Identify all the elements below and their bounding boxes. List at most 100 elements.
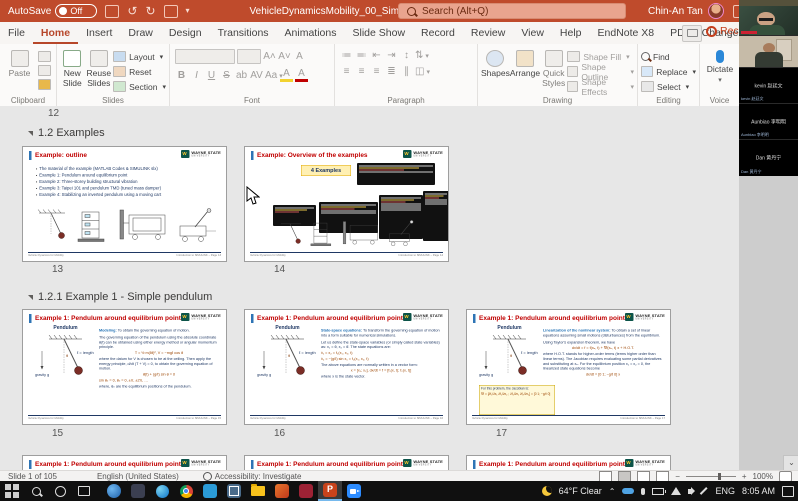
user-name[interactable]: Chin-An Tan	[648, 6, 703, 17]
undo-icon[interactable]: ↺	[127, 6, 137, 16]
reset-button[interactable]: Reset	[113, 65, 166, 78]
tab-review[interactable]: Review	[463, 22, 513, 44]
accessibility-checker[interactable]: Accessibility: Investigate	[203, 472, 302, 481]
section-button[interactable]: Section	[113, 80, 166, 93]
participant-tile-4[interactable]: Aunbiao 李明明 Aunbiao 李明明	[739, 104, 798, 140]
battery-icon[interactable]	[652, 488, 664, 495]
text-direction-icon[interactable]: ⇅	[415, 50, 428, 61]
slide-indicator[interactable]: Slide 1 of 105	[8, 472, 57, 481]
tab-help[interactable]: Help	[552, 22, 590, 44]
avatar[interactable]	[708, 3, 724, 19]
zoom-out-button[interactable]: −	[675, 472, 680, 481]
columns-icon[interactable]: ∥	[400, 66, 413, 77]
increase-font-icon[interactable]: A˄	[263, 51, 276, 62]
zoom-slider-knob[interactable]	[718, 473, 721, 480]
taskbar-acrobat[interactable]	[294, 481, 318, 501]
tab-home[interactable]: Home	[33, 22, 78, 44]
cortana-button[interactable]	[48, 481, 72, 501]
justify-icon[interactable]: ≣	[385, 66, 398, 77]
tab-draw[interactable]: Draw	[120, 22, 161, 44]
tab-transitions[interactable]: Transitions	[210, 22, 277, 44]
tab-view[interactable]: View	[513, 22, 552, 44]
format-painter-icon[interactable]	[38, 79, 51, 90]
dictate-dropdown-icon[interactable]: ▾	[718, 77, 722, 85]
slide-thumbnail-17[interactable]: Example 1: Pendulum around equilibrium p…	[466, 309, 671, 425]
taskbar-app-2[interactable]	[126, 481, 150, 501]
strikethrough-button[interactable]: S	[220, 70, 233, 81]
taskbar-search-button[interactable]	[24, 481, 48, 501]
save-icon[interactable]	[105, 5, 119, 18]
taskbar-chrome[interactable]	[174, 481, 198, 501]
keyboard-language[interactable]: ENG	[715, 486, 735, 496]
start-slideshow-icon[interactable]	[164, 5, 178, 18]
bullets-icon[interactable]: ≔	[340, 50, 353, 61]
speaker-icon[interactable]	[688, 489, 692, 494]
taskbar-app-1[interactable]	[102, 481, 126, 501]
slide-thumbnail-18[interactable]: Example 1: Pendulum around equilibrium p…	[22, 455, 227, 470]
tab-design[interactable]: Design	[161, 22, 210, 44]
participant-tile-5[interactable]: Dan 黄丹宁 Dan 黄丹宁	[739, 140, 798, 176]
microphone-tray-icon[interactable]	[641, 488, 645, 495]
smartart-convert-icon[interactable]: ◫	[415, 66, 428, 77]
participant-video-1[interactable]	[739, 6, 798, 36]
tab-slide-show[interactable]: Slide Show	[345, 22, 414, 44]
slide-thumbnail-14[interactable]: Example: Overview of the examples WAYNE …	[244, 146, 449, 262]
layout-button[interactable]: Layout	[113, 50, 166, 63]
action-center-icon[interactable]	[782, 486, 794, 497]
tab-file[interactable]: File	[0, 22, 33, 44]
shape-effects-button[interactable]: Shape Effects	[567, 80, 634, 93]
section-collapse-icon[interactable]	[28, 295, 33, 300]
tab-record[interactable]: Record	[413, 22, 463, 44]
font-name-combobox[interactable]	[175, 49, 235, 64]
zoom-level[interactable]: 100%	[753, 472, 773, 481]
start-button[interactable]	[0, 481, 24, 501]
copy-icon[interactable]	[38, 65, 51, 76]
taskbar-zoom[interactable]	[342, 481, 366, 501]
bold-button[interactable]: B	[175, 70, 188, 81]
section-collapse-icon[interactable]	[28, 131, 33, 136]
clock[interactable]: 8:05 AM	[742, 486, 775, 496]
taskbar-matlab[interactable]	[270, 481, 294, 501]
search-box[interactable]: Search (Alt+Q)	[398, 3, 626, 19]
select-button[interactable]: Select	[641, 80, 696, 93]
clear-formatting-icon[interactable]: A	[293, 51, 306, 62]
replace-button[interactable]: Replace	[641, 65, 696, 78]
increase-indent-icon[interactable]: ⇥	[385, 50, 398, 61]
change-case-button[interactable]: Aa	[265, 70, 278, 81]
cut-icon[interactable]	[38, 51, 51, 62]
decrease-indent-icon[interactable]: ⇤	[370, 50, 383, 61]
tab-endnote[interactable]: EndNote X8	[590, 22, 663, 44]
align-center-icon[interactable]: ≡	[355, 66, 368, 77]
find-button[interactable]: Find	[641, 50, 696, 63]
quick-styles-button[interactable]: Quick Styles	[540, 48, 567, 93]
section-header-examples[interactable]: 1.2 Examples	[28, 127, 105, 139]
line-spacing-icon[interactable]: ↕	[400, 50, 413, 61]
zoom-in-button[interactable]: +	[742, 472, 747, 481]
slide-thumbnail-13[interactable]: Example: outline WAYNE STATEUNIVERSITY T…	[22, 146, 227, 262]
tray-expand-icon[interactable]: ⌃	[609, 487, 616, 496]
slide-sorter-canvas[interactable]: 12 1.2 Examples Example: outline WAYNE S…	[0, 106, 798, 470]
task-view-button[interactable]	[72, 481, 96, 501]
reuse-slides-button[interactable]: Reuse Slides	[87, 48, 112, 93]
taskbar-app-4[interactable]	[222, 481, 246, 501]
taskbar-powerpoint-active[interactable]	[318, 481, 342, 501]
slide-thumbnail-20[interactable]: Example 1: Pendulum around equilibrium p…	[466, 455, 671, 470]
participant-tile-3[interactable]: kevin 赵廷文 kevin 赵廷文	[739, 68, 798, 104]
weather-moon-icon[interactable]	[542, 486, 552, 496]
new-slide-button[interactable]: New Slide	[60, 48, 85, 93]
weather-text[interactable]: 64°F Clear	[559, 486, 602, 496]
wifi-icon[interactable]	[671, 487, 681, 495]
slide-thumbnail-15[interactable]: Example 1: Pendulum around equilibrium p…	[22, 309, 227, 425]
dictate-button[interactable]: Dictate ▾	[703, 48, 737, 85]
decrease-font-icon[interactable]: A˅	[278, 51, 291, 62]
font-color-button[interactable]: A	[295, 68, 308, 82]
align-left-icon[interactable]: ≡	[340, 66, 353, 77]
character-spacing-button[interactable]: AV	[250, 70, 263, 81]
pen-icon[interactable]	[700, 487, 707, 494]
align-right-icon[interactable]: ≡	[370, 66, 383, 77]
underline-button[interactable]: U	[205, 70, 218, 81]
highlight-color-button[interactable]: A	[280, 68, 293, 82]
zoom-slider[interactable]	[686, 476, 736, 477]
font-size-combobox[interactable]	[237, 49, 261, 64]
qat-customize-icon[interactable]: ▾	[186, 6, 190, 16]
